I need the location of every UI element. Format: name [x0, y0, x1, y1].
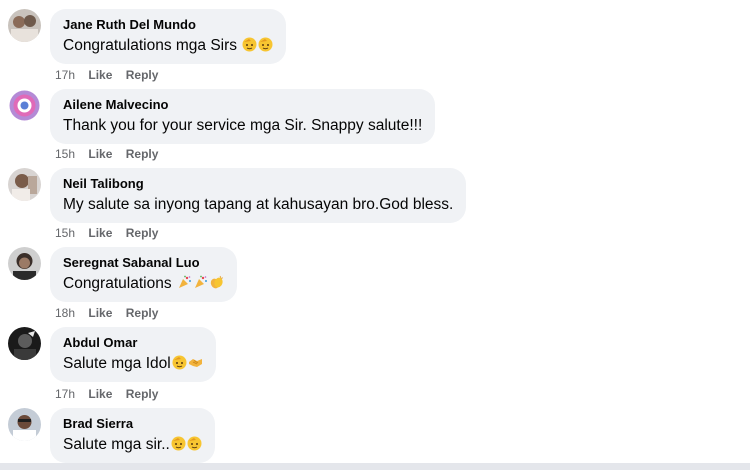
salute-face-icon: [171, 436, 186, 451]
salute-face-icon: [258, 37, 273, 52]
comment-text: Congratulations: [63, 273, 224, 294]
avatar[interactable]: [8, 168, 41, 201]
comment-text: Thank you for your service mga Sir. Snap…: [63, 117, 423, 134]
avatar[interactable]: [8, 408, 41, 441]
handshake-icon: [188, 355, 203, 370]
comment-text: Salute mga sir..: [63, 434, 202, 455]
salute-face-icon: [172, 355, 187, 370]
comment-time[interactable]: 18h: [55, 306, 75, 320]
comment-actions: 17h Like Reply: [55, 387, 168, 401]
comment-time[interactable]: 15h: [55, 226, 75, 240]
reply-button[interactable]: Reply: [126, 226, 159, 240]
reply-button[interactable]: Reply: [126, 147, 159, 161]
comment-text: My salute sa inyong tapang at kahusayan …: [63, 196, 454, 213]
like-button[interactable]: Like: [88, 147, 112, 161]
comment-actions: 15h Like Reply: [55, 226, 168, 240]
salute-face-icon: [242, 37, 257, 52]
comment-bubble: Ailene Malvecino Thank you for your serv…: [50, 89, 436, 144]
party-popper-icon: [193, 275, 208, 290]
comment-bubble: Brad Sierra Salute mga sir..: [50, 408, 215, 463]
salute-face-icon: [187, 436, 202, 451]
comment-text: Congratulations mga Sirs: [63, 35, 273, 56]
avatar[interactable]: [8, 89, 41, 122]
comment-time[interactable]: 15h: [55, 147, 75, 161]
reply-button[interactable]: Reply: [126, 306, 159, 320]
comment-actions: 17h Like Reply: [55, 68, 168, 82]
scroll-edge-divider: [0, 463, 750, 470]
avatar[interactable]: [8, 327, 41, 360]
comment-actions: 18h Like Reply: [55, 306, 168, 320]
comment-text: Salute mga Idol: [63, 353, 203, 374]
comment-bubble: Abdul Omar Salute mga Idol: [50, 327, 216, 382]
commenter-name[interactable]: Abdul Omar: [63, 334, 203, 351]
comment-bubble: Jane Ruth Del Mundo Congratulations mga …: [50, 9, 287, 64]
like-button[interactable]: Like: [88, 68, 112, 82]
commenter-name[interactable]: Ailene Malvecino: [63, 96, 422, 113]
party-popper-icon: [177, 275, 192, 290]
clapping-hands-icon: [209, 275, 224, 290]
like-button[interactable]: Like: [88, 306, 112, 320]
comment-time[interactable]: 17h: [55, 68, 75, 82]
commenter-name[interactable]: Jane Ruth Del Mundo: [63, 16, 273, 33]
like-button[interactable]: Like: [88, 226, 112, 240]
commenter-name[interactable]: Neil Talibong: [63, 175, 453, 192]
comment-actions: 15h Like Reply: [55, 147, 168, 161]
commenter-name[interactable]: Brad Sierra: [63, 415, 202, 432]
comment-bubble: Neil Talibong My salute sa inyong tapang…: [50, 168, 467, 223]
reply-button[interactable]: Reply: [126, 68, 159, 82]
avatar[interactable]: [8, 247, 41, 280]
comment-time[interactable]: 17h: [55, 387, 75, 401]
comment-bubble: Seregnat Sabanal Luo Congratulations: [50, 247, 237, 302]
avatar[interactable]: [8, 9, 41, 42]
commenter-name[interactable]: Seregnat Sabanal Luo: [63, 254, 224, 271]
like-button[interactable]: Like: [88, 387, 112, 401]
reply-button[interactable]: Reply: [126, 387, 159, 401]
